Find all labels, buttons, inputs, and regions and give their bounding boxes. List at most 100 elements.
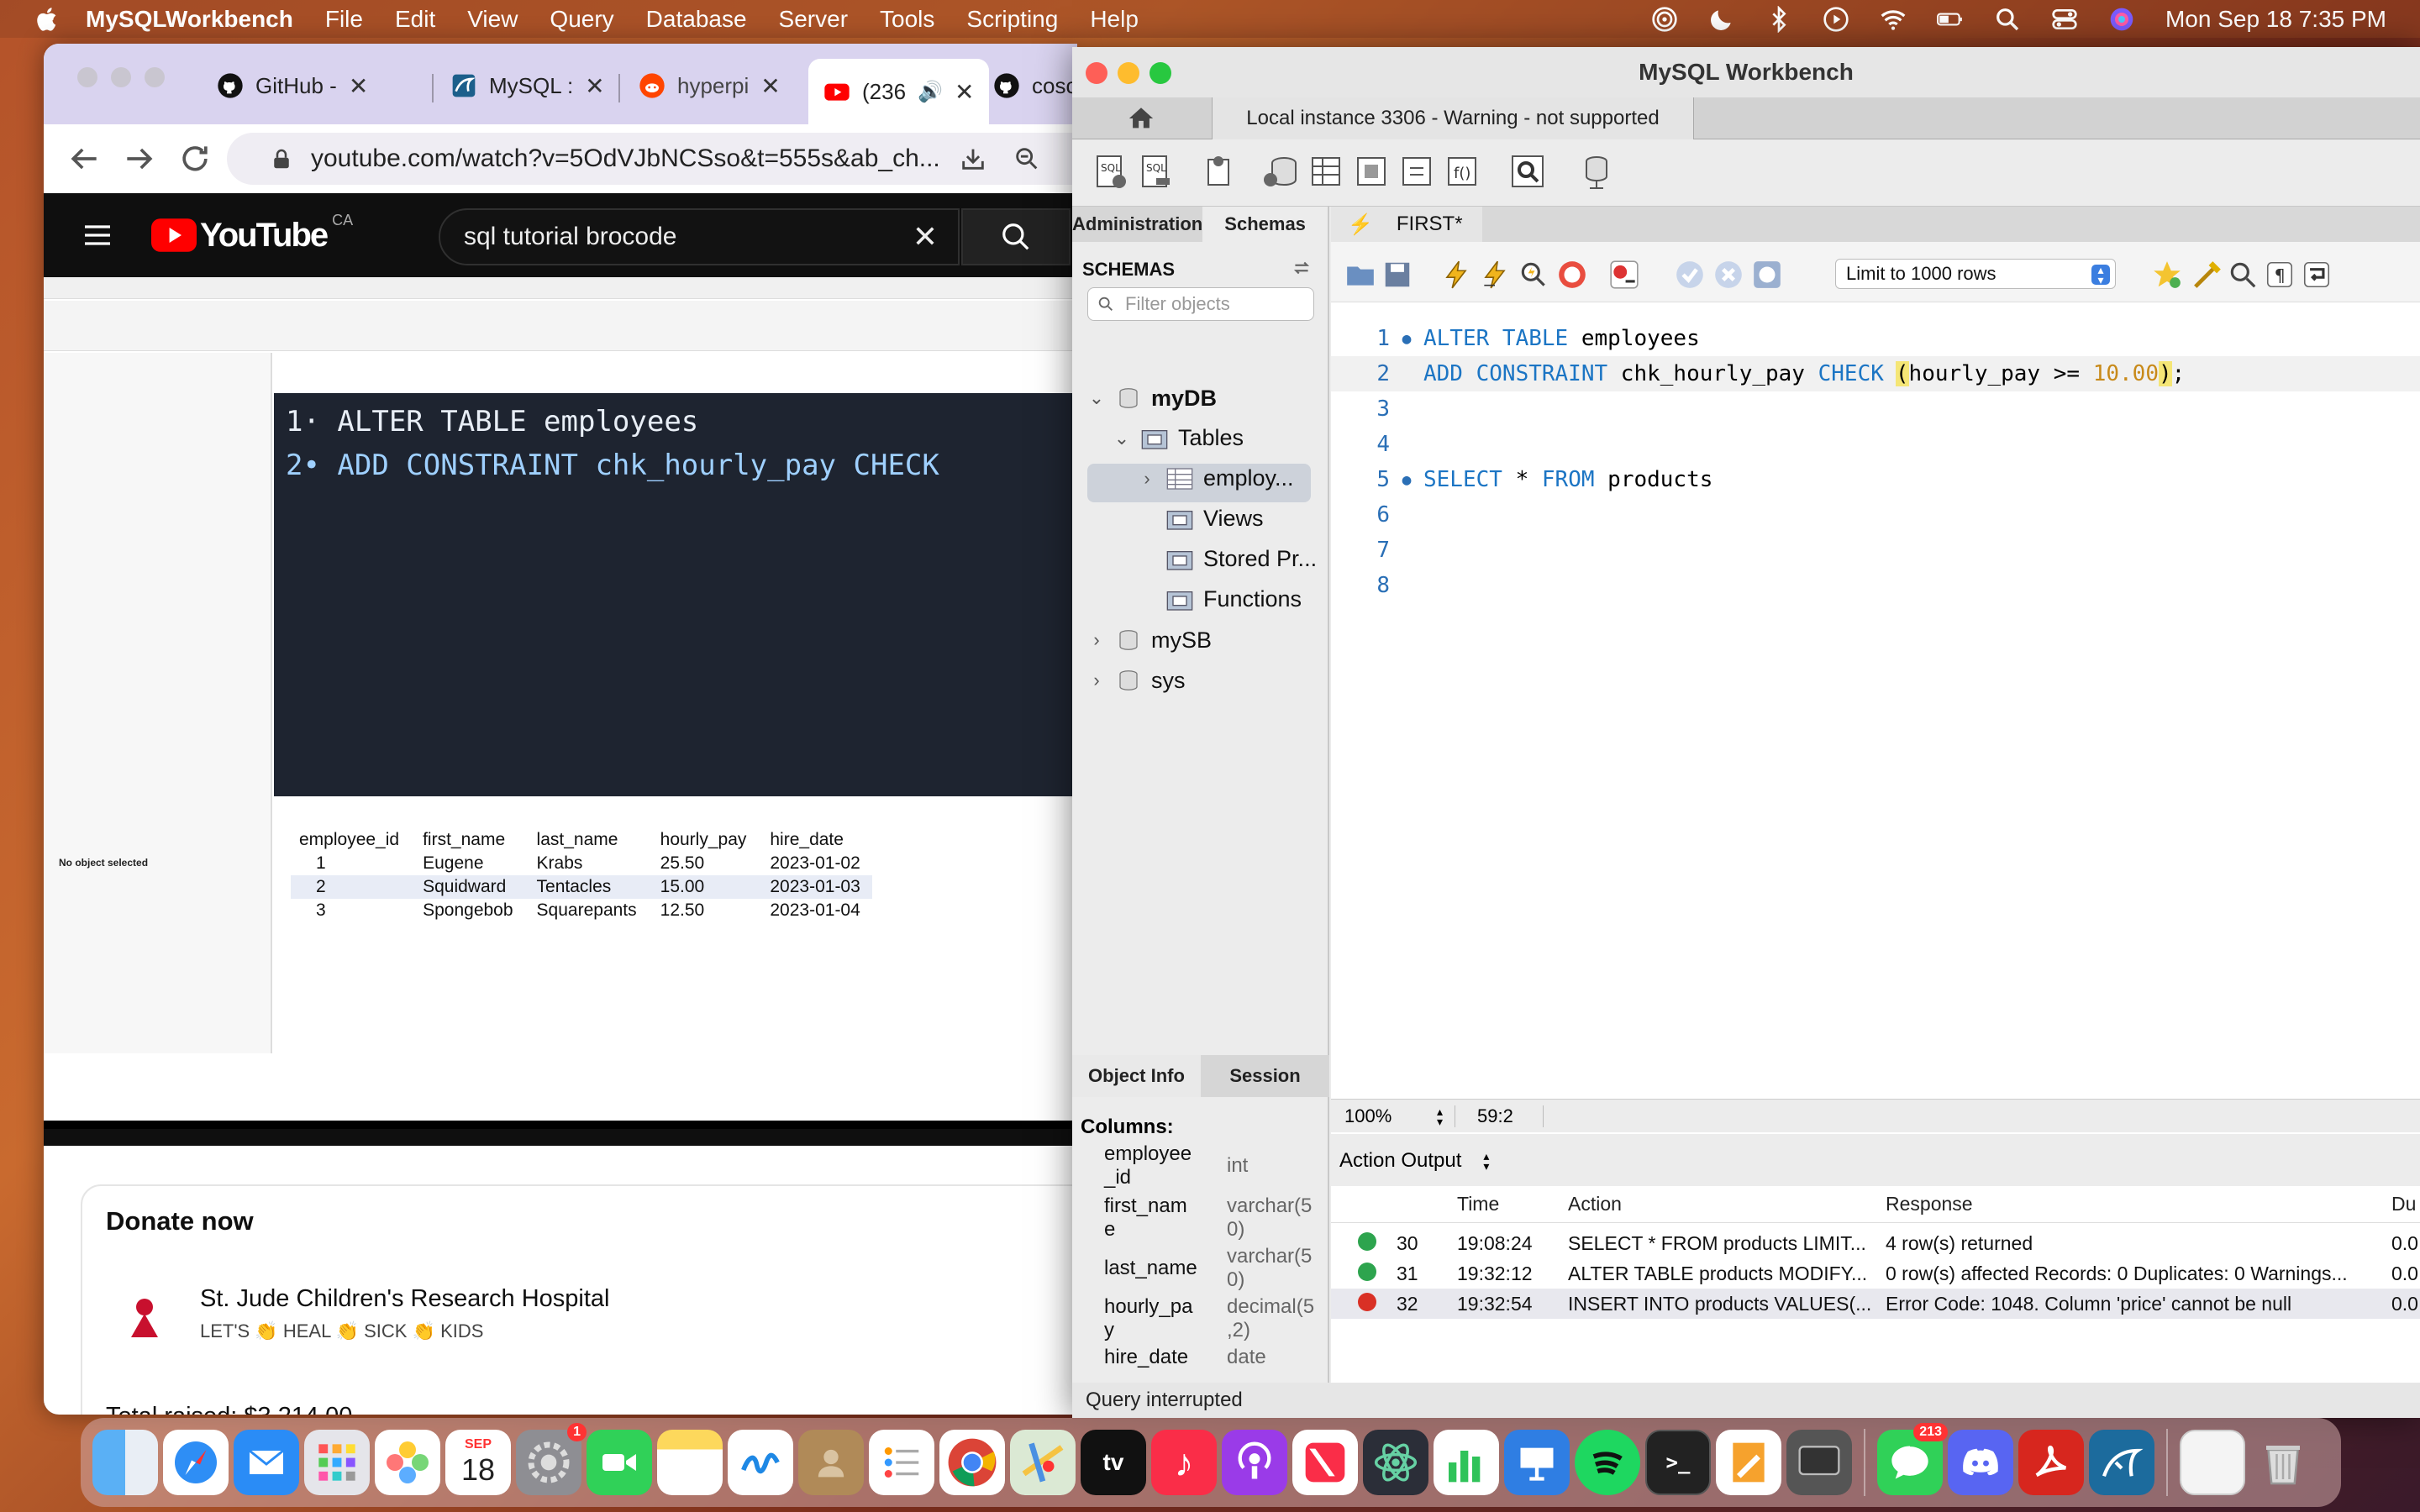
music-icon[interactable]: ♪ xyxy=(1151,1430,1217,1495)
tree-item-functions[interactable]: Functions xyxy=(1138,586,1302,612)
menu-tools[interactable]: Tools xyxy=(880,6,934,33)
tab-object-info[interactable]: Object Info xyxy=(1072,1055,1201,1097)
video-player[interactable]: No object selected 1· ALTER TABLE employ… xyxy=(44,277,1077,1129)
output-row[interactable]: 31 19:32:12 ALTER TABLE products MODIFY.… xyxy=(1331,1258,2420,1289)
chrome-icon[interactable] xyxy=(939,1430,1005,1495)
contacts-icon[interactable] xyxy=(798,1430,864,1495)
minimize-window-button[interactable] xyxy=(1118,62,1139,84)
youtube-logo-icon[interactable] xyxy=(151,218,197,252)
calendar-icon[interactable]: SEP 18 xyxy=(445,1430,511,1495)
beautify-icon[interactable] xyxy=(2191,259,2223,291)
numbers-icon[interactable] xyxy=(1434,1430,1499,1495)
speaker-icon[interactable]: 🔊 xyxy=(918,80,943,104)
tree-item-stored-procedures[interactable]: Stored Pr... xyxy=(1138,546,1317,572)
control-center-icon[interactable] xyxy=(2051,6,2078,33)
zoom-window-button[interactable] xyxy=(145,67,165,87)
freeform-icon[interactable] xyxy=(728,1430,793,1495)
close-tab-icon[interactable]: ✕ xyxy=(585,72,604,100)
col-duration[interactable]: Du xyxy=(2391,1193,2416,1215)
menu-help[interactable]: Help xyxy=(1090,6,1139,33)
output-mode-select[interactable]: Action Output xyxy=(1339,1149,1461,1173)
clear-search-icon[interactable]: ✕ xyxy=(913,219,938,255)
terminal-icon[interactable]: >_ xyxy=(1645,1430,1711,1495)
zoom-level[interactable]: 100% xyxy=(1344,1105,1437,1127)
hamburger-menu-icon[interactable] xyxy=(81,218,114,252)
recent-document-icon[interactable] xyxy=(2180,1430,2245,1495)
select-arrows-icon[interactable]: ▴ ▾ xyxy=(1483,1150,1489,1172)
acrobat-icon[interactable] xyxy=(2018,1430,2084,1495)
system-settings-icon[interactable]: 1 xyxy=(516,1423,587,1495)
messages-icon[interactable]: 213 xyxy=(1877,1423,1948,1495)
menu-file[interactable]: File xyxy=(325,6,363,33)
menubar-clock[interactable]: Mon Sep 18 7:35 PM xyxy=(2165,6,2386,33)
stop-icon[interactable] xyxy=(1556,259,1588,291)
reminders-icon[interactable] xyxy=(869,1430,934,1495)
code-line-4[interactable]: 4 xyxy=(1331,427,2420,462)
menu-database[interactable]: Database xyxy=(646,6,747,33)
youtube-logo-text[interactable]: YouTube xyxy=(200,217,329,255)
code-line-5[interactable]: 5 ● SELECT * FROM products xyxy=(1331,462,2420,497)
menu-query[interactable]: Query xyxy=(550,6,613,33)
create-function-icon[interactable]: f() xyxy=(1442,151,1482,192)
tab-reddit[interactable]: hyperpi ✕ xyxy=(639,62,781,109)
menu-edit[interactable]: Edit xyxy=(395,6,435,33)
zoom-stepper-icon[interactable]: ▴ ▾ xyxy=(1437,1105,1443,1127)
moon-icon[interactable] xyxy=(1708,6,1735,33)
col-response[interactable]: Response xyxy=(1886,1193,1973,1215)
menu-server[interactable]: Server xyxy=(779,6,848,33)
tab-session[interactable]: Session xyxy=(1201,1055,1329,1097)
apple-tv-icon[interactable]: tv xyxy=(1081,1430,1146,1495)
mail-icon[interactable] xyxy=(234,1430,299,1495)
install-icon[interactable] xyxy=(959,144,987,173)
code-line-2[interactable]: 2 ADD CONSTRAINT chk_hourly_pay CHECK (ho… xyxy=(1331,356,2420,391)
menu-scripting[interactable]: Scripting xyxy=(966,6,1058,33)
tree-item-mysb[interactable]: › mySB xyxy=(1087,627,1212,654)
app-menu-name[interactable]: MySQLWorkbench xyxy=(86,6,293,33)
code-line-6[interactable]: 6 xyxy=(1331,497,2420,533)
close-tab-icon[interactable]: ✕ xyxy=(760,72,780,100)
tab-administration[interactable]: Administration xyxy=(1072,207,1202,242)
refresh-schemas-icon[interactable] xyxy=(1291,257,1313,279)
col-action[interactable]: Action xyxy=(1568,1193,1622,1215)
zoom-icon[interactable] xyxy=(1013,144,1041,173)
chevron-right-icon[interactable]: › xyxy=(1087,671,1106,690)
apple-icon[interactable] xyxy=(34,5,62,34)
address-bar[interactable]: youtube.com/watch?v=5OdVJbNCSso&t=555s&a… xyxy=(227,133,1077,185)
keynote-icon[interactable] xyxy=(1504,1430,1570,1495)
filter-objects-input[interactable]: Filter objects xyxy=(1087,287,1314,321)
chevron-right-icon[interactable]: › xyxy=(1138,469,1156,488)
tree-item-views[interactable]: Views xyxy=(1138,506,1264,532)
col-time[interactable]: Time xyxy=(1457,1193,1499,1215)
maps-icon[interactable] xyxy=(1010,1430,1076,1495)
wrap-lines-icon[interactable] xyxy=(2301,259,2333,291)
create-schema-icon[interactable] xyxy=(1260,151,1301,192)
trash-icon[interactable] xyxy=(2250,1430,2316,1495)
tab-github[interactable]: GitHub - ✕ xyxy=(217,62,368,109)
finder-icon[interactable] xyxy=(92,1430,158,1495)
lock-icon[interactable] xyxy=(269,146,294,171)
output-row-selected[interactable]: 32 19:32:54 INSERT INTO products VALUES(… xyxy=(1331,1289,2420,1319)
play-circle-icon[interactable] xyxy=(1823,6,1849,33)
chevron-down-icon[interactable]: ⌄ xyxy=(1113,428,1131,448)
code-line-3[interactable]: 3 xyxy=(1331,391,2420,427)
menu-view[interactable]: View xyxy=(467,6,518,33)
new-sql-tab-icon[interactable]: SQL xyxy=(1091,151,1131,192)
facetime-icon[interactable] xyxy=(587,1430,652,1495)
tab-mysql[interactable]: MySQL : ✕ xyxy=(450,62,605,109)
tree-item-sys[interactable]: › sys xyxy=(1087,667,1185,694)
row-limit-select[interactable]: Limit to 1000 rows ▴ ▾ xyxy=(1835,259,2116,289)
safari-icon[interactable] xyxy=(163,1430,229,1495)
find-icon[interactable] xyxy=(2227,259,2259,291)
search-table-data-icon[interactable] xyxy=(1507,151,1548,192)
tree-item-employees[interactable]: › employ... xyxy=(1138,465,1293,491)
code-line-8[interactable]: 8 xyxy=(1331,568,2420,603)
query-tab-first[interactable]: ⚡ FIRST* xyxy=(1331,207,1482,242)
siri-icon[interactable] xyxy=(2108,6,2135,33)
tab-youtube-active[interactable]: (236 🔊 ✕ xyxy=(808,59,990,124)
invisible-chars-icon[interactable]: ¶ xyxy=(2264,259,2296,291)
toggle-error-icon[interactable] xyxy=(1608,259,1640,291)
tab-schemas[interactable]: Schemas xyxy=(1202,207,1328,242)
rollback-icon[interactable] xyxy=(1712,259,1744,291)
close-window-button[interactable] xyxy=(77,67,97,87)
reconnect-icon[interactable] xyxy=(1576,151,1617,192)
